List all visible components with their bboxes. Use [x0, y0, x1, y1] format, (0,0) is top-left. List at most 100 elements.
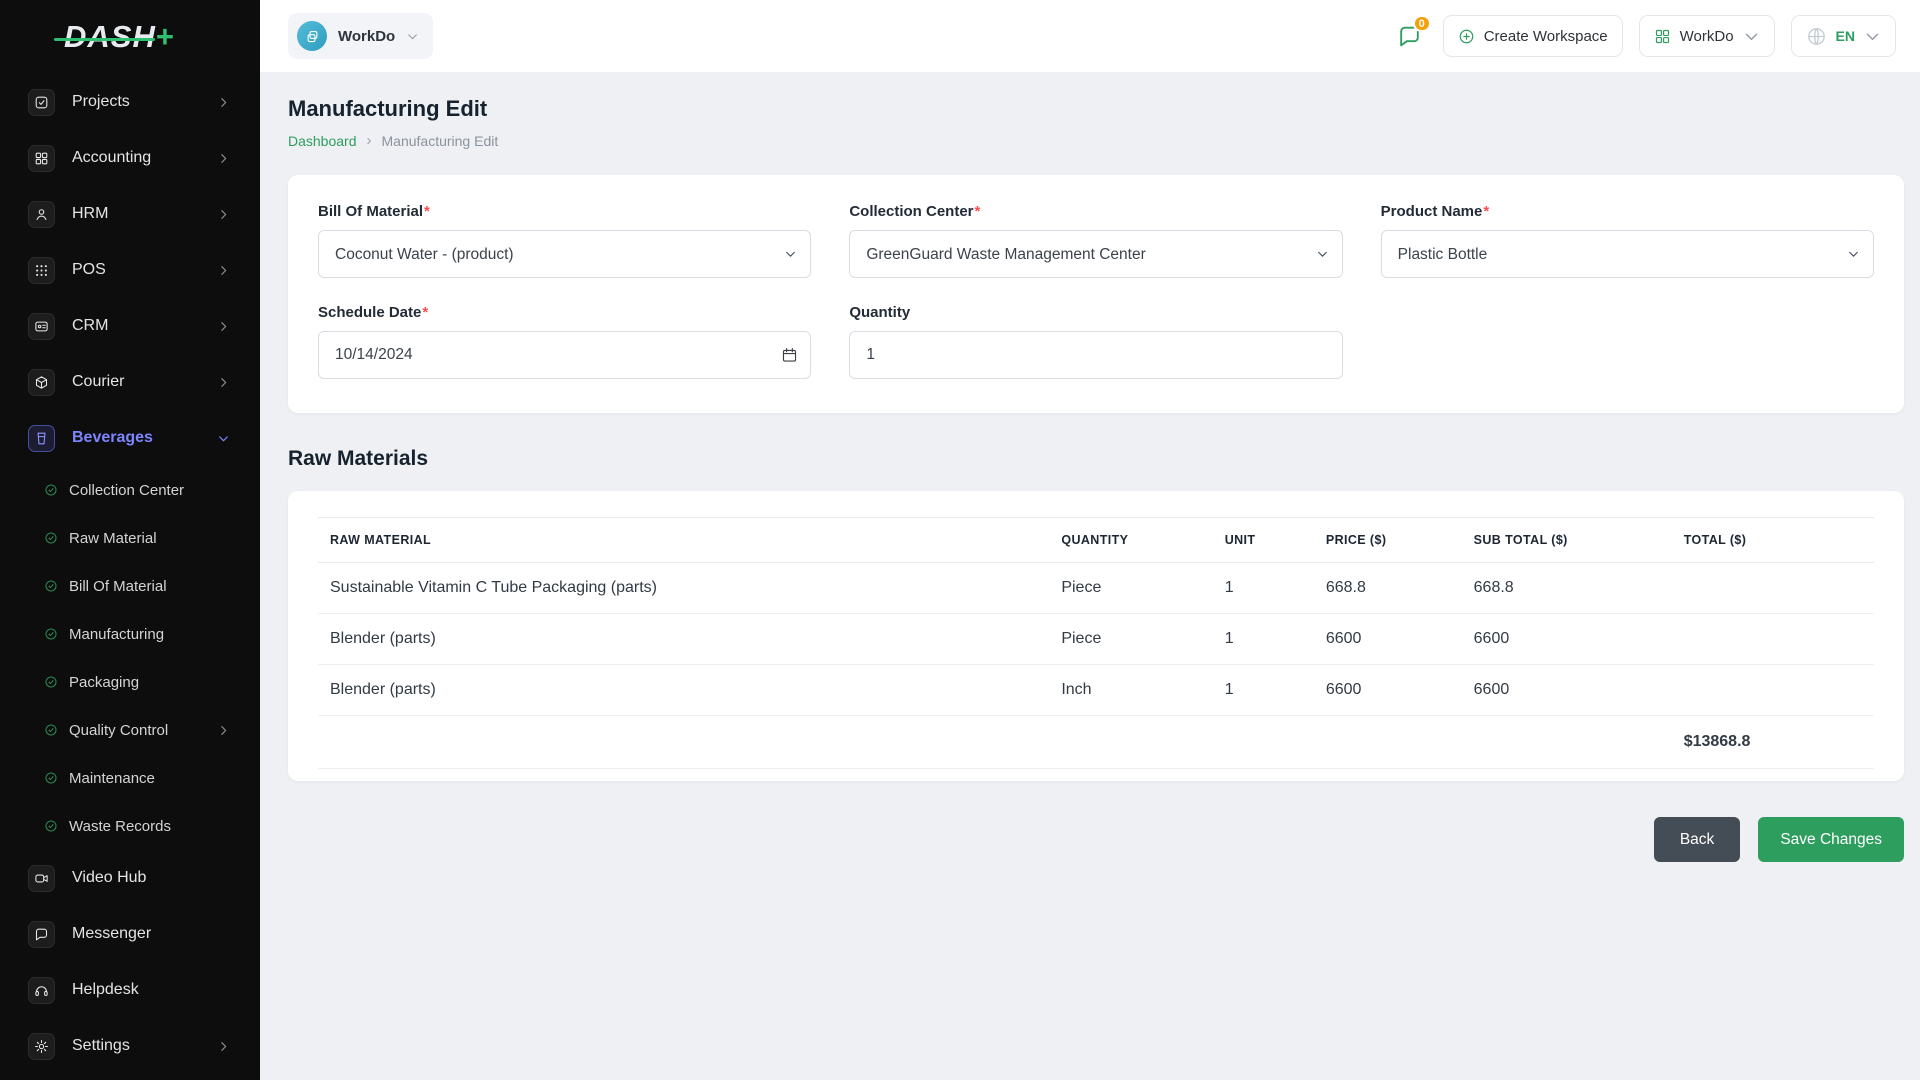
crm-icon: [34, 319, 49, 334]
chevron-right-icon: [217, 152, 230, 165]
product-name-select[interactable]: Plastic Bottle: [1381, 230, 1874, 278]
raw-materials-heading: Raw Materials: [288, 447, 1904, 471]
sidebar-item-packaging[interactable]: Packaging: [0, 658, 260, 706]
check-circle-icon: [44, 531, 58, 545]
workspace-name: WorkDo: [338, 28, 395, 45]
field-collection-center: Collection Center* GreenGuard Waste Mana…: [849, 203, 1342, 278]
workspace-avatar: [297, 21, 327, 51]
apps-grid-icon: [1654, 28, 1671, 45]
column-header-price: PRICE ($): [1314, 518, 1462, 563]
cell-total: [1672, 665, 1874, 716]
sidebar-item-pos[interactable]: POS: [0, 242, 260, 298]
sidebar-item-label: Manufacturing: [69, 626, 230, 643]
sidebar-item-hrm[interactable]: HRM: [0, 186, 260, 242]
language-selector[interactable]: EN: [1791, 15, 1896, 57]
logo-swoosh: [54, 38, 155, 41]
sidebar-item-projects[interactable]: Projects: [0, 74, 260, 130]
beverages-icon: [34, 431, 49, 446]
collection-center-select[interactable]: GreenGuard Waste Management Center: [849, 230, 1342, 278]
sidebar-item-helpdesk[interactable]: Helpdesk: [0, 962, 260, 1018]
chevron-down-icon: [406, 30, 419, 43]
cell-unit: 1: [1213, 563, 1314, 614]
create-workspace-button[interactable]: Create Workspace: [1443, 15, 1623, 57]
sidebar-item-beverages[interactable]: Beverages: [0, 410, 260, 466]
sidebar-item-label: Helpdesk: [72, 981, 230, 999]
video-icon: [34, 871, 49, 886]
breadcrumb-dashboard-link[interactable]: Dashboard: [288, 133, 357, 149]
sidebar-item-label: Collection Center: [69, 482, 230, 499]
cell-price: 6600: [1314, 665, 1462, 716]
cell-price: 668.8: [1314, 563, 1462, 614]
field-label: Quantity: [849, 304, 910, 321]
table-row: Sustainable Vitamin C Tube Packaging (pa…: [318, 563, 1874, 614]
required-marker: *: [975, 203, 981, 220]
sidebar-item-video-hub[interactable]: Video Hub: [0, 850, 260, 906]
schedule-date-input[interactable]: [318, 331, 811, 379]
check-circle-icon: [44, 483, 58, 497]
check-circle-icon: [44, 771, 58, 785]
sidebar-item-settings[interactable]: Settings: [0, 1018, 260, 1074]
manufacturing-form-card: Bill Of Material* Coconut Water - (produ…: [288, 175, 1904, 413]
sidebar-item-quality-control[interactable]: Quality Control: [0, 706, 260, 754]
sidebar-item-courier[interactable]: Courier: [0, 354, 260, 410]
settings-icon: [34, 1039, 49, 1054]
cell-material: Blender (parts): [318, 614, 1049, 665]
check-circle-icon: [44, 819, 58, 833]
column-header-raw-material: RAW MATERIAL: [318, 518, 1049, 563]
messages-button[interactable]: 0: [1393, 19, 1427, 53]
sidebar-item-label: Bill Of Material: [69, 578, 230, 595]
accounting-icon: [34, 151, 49, 166]
workspace-apps-button[interactable]: WorkDo: [1639, 15, 1775, 57]
messages-badge: 0: [1413, 15, 1431, 32]
check-circle-icon: [44, 579, 58, 593]
sidebar-item-label: Beverages: [72, 429, 200, 447]
projects-icon: [34, 95, 49, 110]
beverages-submenu: Collection Center Raw Material Bill Of M…: [0, 466, 260, 850]
cell-sub-total: 6600: [1462, 614, 1672, 665]
create-workspace-label: Create Workspace: [1484, 28, 1608, 45]
sidebar-item-manufacturing[interactable]: Manufacturing: [0, 610, 260, 658]
workspace-selector[interactable]: WorkDo: [288, 13, 433, 59]
field-label: Collection Center: [849, 203, 973, 220]
quantity-input[interactable]: [849, 331, 1342, 379]
plus-circle-icon: [1458, 28, 1475, 45]
column-header-quantity: QUANTITY: [1049, 518, 1212, 563]
breadcrumb: Dashboard › Manufacturing Edit: [288, 132, 1904, 149]
app-root: DASH+ Projects Accounting HRM POS: [0, 0, 1920, 1080]
sidebar-item-crm[interactable]: CRM: [0, 298, 260, 354]
sidebar-item-label: Accounting: [72, 149, 200, 167]
content-area: Manufacturing Edit Dashboard › Manufactu…: [260, 72, 1920, 1080]
sidebar-item-label: Packaging: [69, 674, 230, 691]
logo-text: DASH: [64, 19, 156, 54]
field-bill-of-material: Bill Of Material* Coconut Water - (produ…: [318, 203, 811, 278]
sidebar-item-messenger[interactable]: Messenger: [0, 906, 260, 962]
language-code: EN: [1836, 28, 1855, 44]
save-changes-button[interactable]: Save Changes: [1758, 817, 1904, 862]
column-header-total: TOTAL ($): [1672, 518, 1874, 563]
logo-plus: +: [156, 19, 175, 54]
sidebar-item-raw-material[interactable]: Raw Material: [0, 514, 260, 562]
sidebar-item-label: POS: [72, 261, 200, 279]
logo[interactable]: DASH+: [0, 0, 260, 74]
table-row: Blender (parts) Piece 1 6600 6600: [318, 614, 1874, 665]
sidebar-item-accounting[interactable]: Accounting: [0, 130, 260, 186]
sidebar: DASH+ Projects Accounting HRM POS: [0, 0, 260, 1080]
sidebar-item-label: Courier: [72, 373, 200, 391]
courier-icon: [34, 375, 49, 390]
chevron-right-icon: [217, 96, 230, 109]
sidebar-item-label: Video Hub: [72, 869, 230, 887]
chevron-right-icon: [217, 1040, 230, 1053]
required-marker: *: [422, 304, 428, 321]
chevron-right-icon: [217, 376, 230, 389]
sidebar-item-maintenance[interactable]: Maintenance: [0, 754, 260, 802]
cell-sub-total: 6600: [1462, 665, 1672, 716]
cell-quantity: Piece: [1049, 614, 1212, 665]
sidebar-item-bill-of-material[interactable]: Bill Of Material: [0, 562, 260, 610]
cell-material: Blender (parts): [318, 665, 1049, 716]
sidebar-item-collection-center[interactable]: Collection Center: [0, 466, 260, 514]
sidebar-item-waste-records[interactable]: Waste Records: [0, 802, 260, 850]
breadcrumb-separator-icon: ›: [367, 132, 372, 149]
field-label: Schedule Date: [318, 304, 421, 321]
back-button[interactable]: Back: [1654, 817, 1740, 862]
bill-of-material-select[interactable]: Coconut Water - (product): [318, 230, 811, 278]
